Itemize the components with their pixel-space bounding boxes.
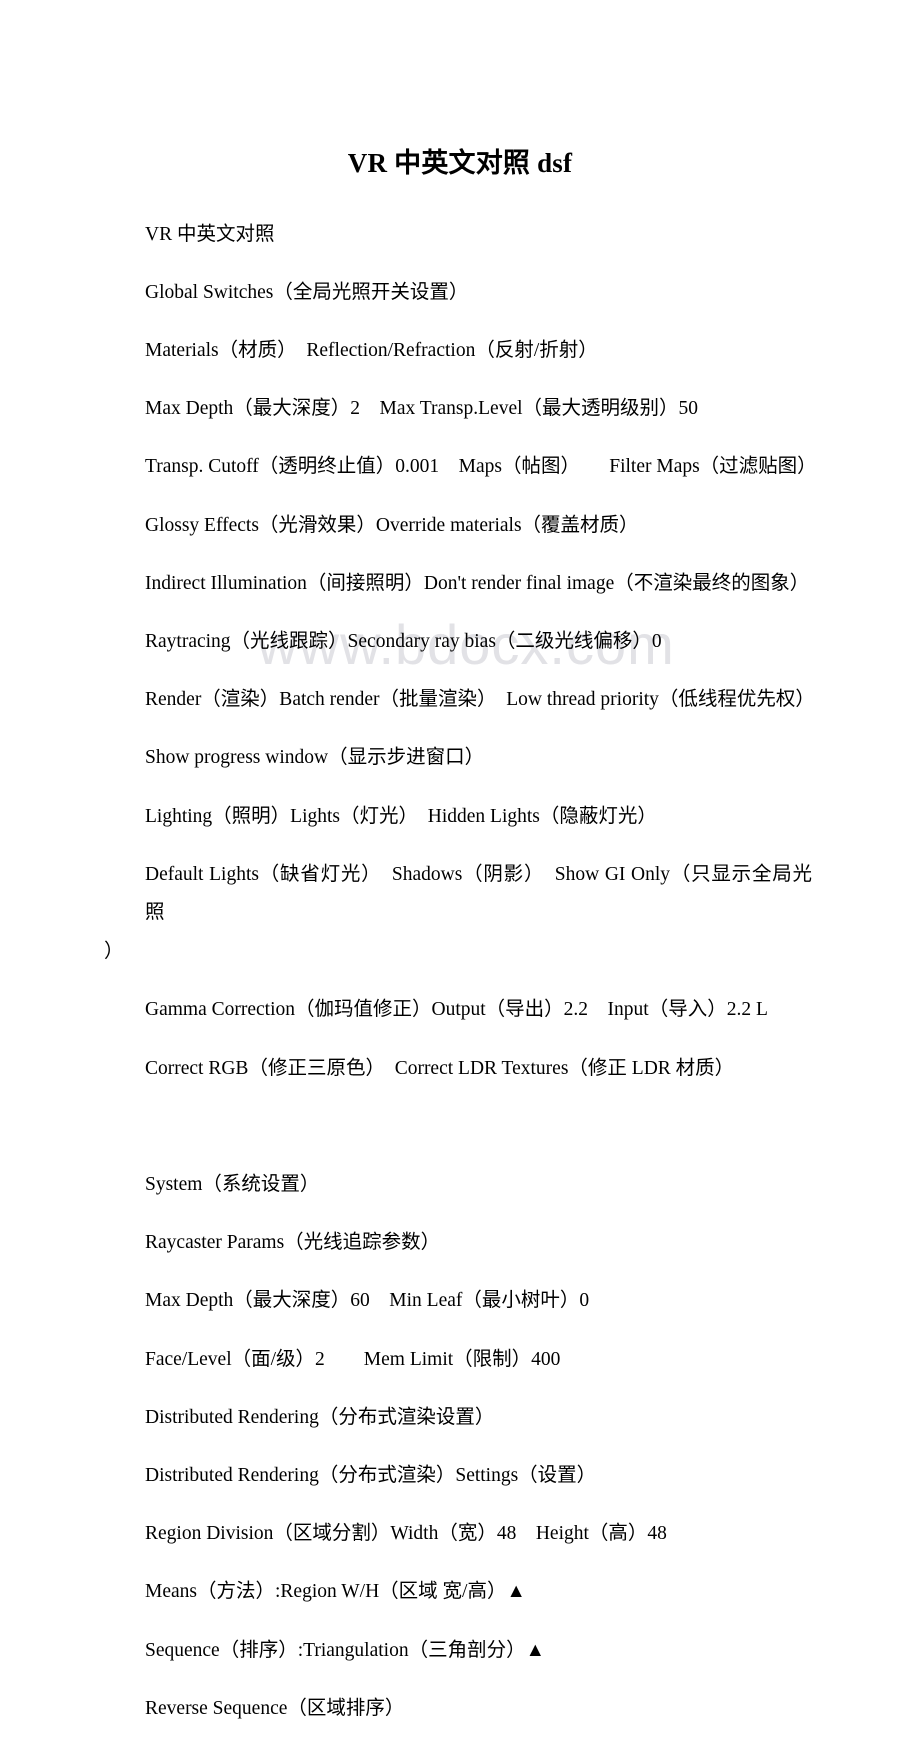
text-line: Raytracing（光线跟踪）Secondary ray bias（二级光线偏… (145, 630, 662, 652)
text-line: Max Depth（最大深度）2 Max Transp.Level（最大透明级别… (145, 398, 699, 420)
text-line: Glossy Effects（光滑效果）Override materials（覆… (145, 514, 639, 536)
text-line: Region Division（区域分割）Width（宽）48 Height（高… (145, 1523, 667, 1545)
text-line: System（系统设置） (145, 1173, 320, 1195)
text-line: Distributed Rendering（分布式渲染设置） (145, 1406, 495, 1428)
text-line: Face/Level（面/级）2 Mem Limit（限制）400 (145, 1348, 561, 1370)
text-line: Indirect Illumination（间接照明）Don't render … (145, 572, 810, 594)
text-line: Transp. Cutoff（透明终止值）0.001 Maps（帖图） Filt… (145, 456, 817, 478)
text-line: Materials（材质） Reflection/Refraction（反射/折… (145, 339, 598, 361)
text-line: Global Switches（全局光照开关设置） (145, 281, 469, 303)
page-title: VR 中英文对照 dsf (347, 148, 573, 178)
text-line: Raycaster Params（光线追踪参数） (145, 1232, 441, 1254)
text-line: Means（方法）:Region W/H（区域 宽/高）▲ (145, 1581, 526, 1603)
text-line-wrapped: Default Lights（缺省灯光） Shadows（阴影） Show GI… (104, 856, 812, 972)
document-page: www.bdocx.com VR 中英文对照 dsf VR 中英文对照 Glob… (0, 0, 920, 1719)
text-line-blank (104, 1108, 812, 1147)
text-line-part-overflow: ） (104, 941, 124, 963)
text-line: Gamma Correction（伽玛值修正）Output（导出）2.2 Inp… (145, 999, 768, 1021)
text-line: Lighting（照明）Lights（灯光） Hidden Lights（隐蔽灯… (145, 805, 657, 827)
document-body: VR 中英文对照 Global Switches（全局光照开关设置） Mater… (104, 196, 817, 1748)
text-line: Sequence（排序）:Triangulation（三角剖分）▲ (145, 1639, 545, 1661)
text-line: Distributed Rendering（分布式渲染）Settings（设置） (145, 1464, 597, 1486)
text-line: VR 中英文对照 (145, 223, 275, 245)
text-line: Show progress window（显示步进窗口） (145, 747, 485, 769)
text-line: Correct RGB（修正三原色） Correct LDR Textures（… (145, 1057, 735, 1079)
text-line: Reverse Sequence（区域排序） (145, 1697, 405, 1719)
text-line-part-main: Default Lights（缺省灯光） Shadows（阴影） Show GI… (145, 863, 812, 924)
text-line: Render（渲染）Batch render（批量渲染） Low thread … (145, 689, 815, 711)
